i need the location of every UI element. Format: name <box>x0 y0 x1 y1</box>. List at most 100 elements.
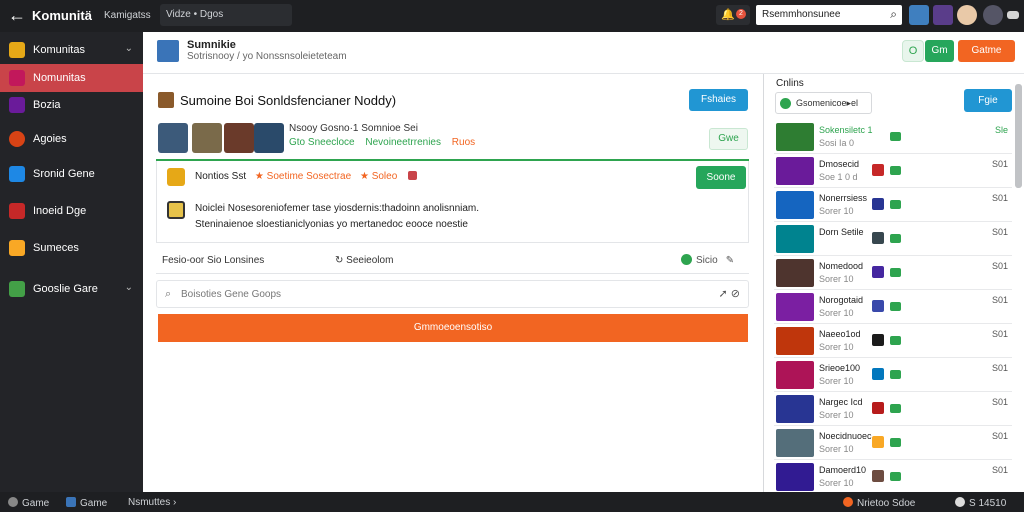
sidebar-item-inoeid[interactable]: Inoeid Dge <box>0 197 143 225</box>
post-tags-line: Gto Sneecloce Nevoineetrrenies Ruos <box>289 137 475 148</box>
avatar[interactable] <box>957 5 977 25</box>
sidebar-item-label: Sumeces <box>33 242 79 254</box>
member-avatar[interactable] <box>224 123 254 153</box>
share-action[interactable]: Sicio ✎ <box>681 254 734 266</box>
bottom-label: Game <box>80 498 108 509</box>
card-meta: Soetime Sosectrae <box>266 171 352 182</box>
send-icon[interactable]: ➚ ⊘ <box>719 287 741 300</box>
member-avatar[interactable] <box>192 123 222 153</box>
list-item[interactable]: Nargec Icd Sorer 10 S01 <box>774 393 1012 426</box>
tag-icon <box>890 166 901 175</box>
post-meta-line: Nsooy Gosno·1 Somnioe Sei <box>289 123 418 134</box>
search-input[interactable]: Rsemmhonsunee ⌕ <box>756 5 902 25</box>
character-icon <box>872 232 884 244</box>
bottom-label: S 14510 <box>969 498 1007 509</box>
list-item[interactable]: Norogotaid Sorer 10 S01 <box>774 291 1012 324</box>
sidebar-item-komunitas[interactable]: Komunitas ⌄ <box>0 36 143 64</box>
sidebar-item-nomunitas[interactable]: Nomunitas <box>0 64 143 92</box>
card-action-button[interactable]: Soone <box>696 166 746 189</box>
bottom-game-link[interactable]: Game <box>66 497 107 509</box>
menu-icon[interactable] <box>1007 11 1019 19</box>
globe-icon <box>780 98 791 109</box>
sidebar-item-label: Agoies <box>33 133 67 145</box>
game-thumbnail <box>776 123 814 151</box>
bottom-crumb[interactable]: Nsmuttes › <box>128 497 176 508</box>
sidebar-item-gooslie[interactable]: Gooslie Gare ⌄ <box>0 275 143 303</box>
comment-field[interactable]: ⌕ Boisoties Gene Goops ➚ ⊘ <box>156 280 749 308</box>
bottom-game-link[interactable]: Game <box>8 497 49 509</box>
member-avatar[interactable] <box>254 123 284 153</box>
tag-icon <box>890 438 901 447</box>
list-item[interactable]: Nomedood Sorer 10 S01 <box>774 257 1012 290</box>
item-count: S01 <box>991 431 1008 441</box>
sidebar-item-label: Inoeid Dge <box>33 205 87 217</box>
game-thumbnail <box>776 293 814 321</box>
load-more-button[interactable]: Gmmoeoensotiso <box>158 314 748 342</box>
item-subtitle: Sorer 10 <box>819 444 854 454</box>
list-item[interactable]: Dorn Setile S01 <box>774 223 1012 256</box>
follow-button[interactable]: Gwe <box>709 128 748 150</box>
list-item[interactable]: Damoerd10 Sorer 10 S01 <box>774 461 1012 494</box>
game-thumbnail <box>776 361 814 389</box>
user-avatar[interactable] <box>983 5 1003 25</box>
item-count: S01 <box>991 159 1008 169</box>
bottom-bar: Game Game Nsmuttes › Nrietoo Sdoe S 1451… <box>0 492 1024 512</box>
sidebar-item-bozia[interactable]: Bozia <box>0 91 143 119</box>
app-icon-1[interactable] <box>909 5 929 25</box>
list-item[interactable]: Noecidnuoec Sorer 10 S01 <box>774 427 1012 460</box>
notifications-button[interactable]: 🔔 2 <box>716 5 750 25</box>
list-item[interactable]: Srieoe100 Sorer 10 S01 <box>774 359 1012 392</box>
game-thumbnail <box>776 259 814 287</box>
app-icon-2[interactable] <box>933 5 953 25</box>
main-content: Sumoine Boi Sonldsfencianer Noddy) Fshai… <box>143 74 763 492</box>
member-avatar[interactable] <box>158 123 188 153</box>
comments-label: Seeieolom <box>346 255 394 266</box>
top-bar: ← Komunitä Kamigatss Vidze • Dgos 🔔 2 Rs… <box>0 0 1024 32</box>
back-arrow-icon[interactable]: ← <box>8 6 26 24</box>
nav-link-categories[interactable]: Kamigatss <box>104 10 151 21</box>
share-button[interactable]: Fshaies <box>689 89 748 111</box>
character-icon <box>872 436 884 448</box>
filter-select[interactable]: Gsomenicoe▸el <box>775 92 872 114</box>
list-item[interactable]: Sokensiletc 1 Sosi Ia 0 Sle <box>774 121 1012 154</box>
scrollbar[interactable] <box>1015 84 1022 188</box>
list-item[interactable]: Naeeo1od Sorer 10 S01 <box>774 325 1012 358</box>
likes-link[interactable]: Fesio-oor Sio Lonsines <box>162 255 264 266</box>
author-avatar[interactable] <box>167 168 185 186</box>
sidebar-item-label: Sronid Gene <box>33 168 95 180</box>
comments-link[interactable]: ↻ Seeieolom <box>335 255 393 266</box>
post-title: Sumoine Boi Sonldsfencianer Noddy) <box>158 92 396 108</box>
character-icon <box>872 300 884 312</box>
sidebar-item-sumeces[interactable]: Sumeces <box>0 234 143 262</box>
item-count: S01 <box>991 363 1008 373</box>
post-title-text: Sumoine Boi Sonldsfencianer Noddy) <box>180 93 397 108</box>
game-thumbnail <box>776 429 814 457</box>
search-icon[interactable]: ⌕ <box>890 7 897 22</box>
bottom-label: Game <box>22 498 50 509</box>
game-icon <box>9 97 25 113</box>
author-name[interactable]: Nontios Sst <box>195 171 246 182</box>
join-button[interactable]: Gm <box>925 40 954 62</box>
list-item[interactable]: Nonerrsiess Sorer 10 S01 <box>774 189 1012 222</box>
notification-badge: 2 <box>736 9 746 19</box>
item-name: Sokensiletc 1 <box>819 125 873 135</box>
bottom-clock: S 14510 <box>955 497 1006 509</box>
status-button[interactable]: O <box>902 40 924 62</box>
tag-icon <box>890 404 901 413</box>
sidebar-item-agoies[interactable]: Agoies <box>0 125 143 153</box>
sidebar-item-sronid[interactable]: Sronid Gene <box>0 160 143 188</box>
post-actions: Fesio-oor Sio Lonsines ↻ Seeieolom Sicio… <box>156 250 749 274</box>
bottom-status[interactable]: Nrietoo Sdoe <box>843 497 915 509</box>
item-name: Noecidnuoec <box>819 431 872 441</box>
item-name: Naeeo1od <box>819 329 861 339</box>
breadcrumb[interactable]: Vidze • Dgos <box>160 4 292 26</box>
game-button[interactable]: Gatme <box>958 40 1015 62</box>
game-thumbnail <box>776 225 814 253</box>
pencil-icon[interactable]: ✎ <box>726 255 734 266</box>
panel-action-button[interactable]: Fgie <box>964 89 1012 112</box>
comment-placeholder: Boisoties Gene Goops <box>181 289 282 300</box>
list-item[interactable]: Dmosecid Soe 1 0 d S01 <box>774 155 1012 188</box>
item-name: Dorn Setile <box>819 227 864 237</box>
time-icon <box>955 497 965 507</box>
tag-icon <box>890 472 901 481</box>
